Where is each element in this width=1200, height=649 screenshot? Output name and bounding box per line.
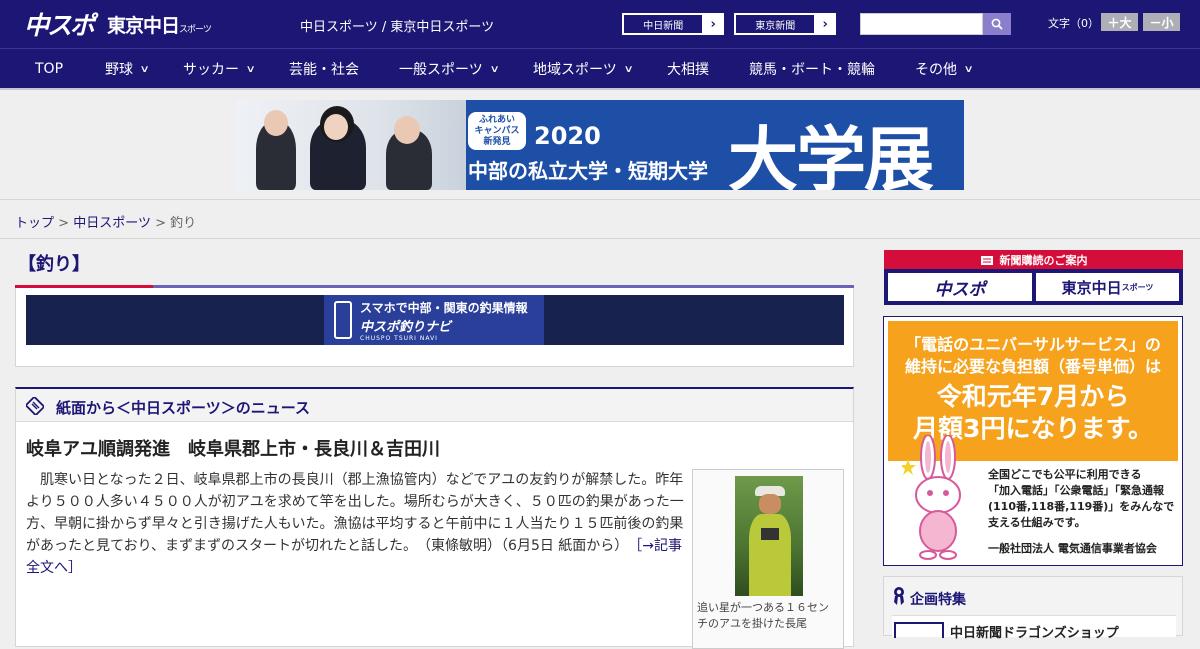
newspaper-icon bbox=[26, 397, 44, 415]
special-features-title: 企画特集 bbox=[910, 592, 966, 608]
breadcrumb-top[interactable]: トップ bbox=[15, 216, 54, 231]
nav-item-label: サッカー bbox=[183, 62, 239, 78]
ad-body-4: 支える仕組みです。 bbox=[988, 516, 1086, 529]
tsuri-navi-inner: スマホで中部・関東の釣果情報 中スポ釣りナビ CHUSPO TSURI NAVI bbox=[324, 295, 544, 345]
article-photo[interactable] bbox=[735, 476, 803, 596]
news-section-header: 紙面から＜中日スポーツ＞のニュース bbox=[16, 389, 853, 422]
ad-line-1: 「電話のユニバーサルサービス」の bbox=[905, 335, 1161, 354]
university-fair-banner[interactable]: ふれあい キャンパス 新発見 2020 中部の私立大学・短期大学 大学展 bbox=[236, 100, 964, 190]
breadcrumb-separator: > bbox=[155, 216, 166, 231]
chevron-right-icon: › bbox=[822, 16, 828, 32]
nav-item-local-sports[interactable]: 地域スポーツ ∨ bbox=[533, 49, 634, 89]
nav-item-label: 大相撲 bbox=[667, 62, 709, 78]
nav-item-soccer[interactable]: サッカー ∨ bbox=[183, 49, 256, 89]
tsuri-navi-box: スマホで中部・関東の釣果情報 中スポ釣りナビ CHUSPO TSURI NAVI bbox=[15, 288, 854, 367]
chunichi-shimbun-link[interactable]: 中日新聞 › bbox=[622, 13, 724, 35]
nav-item-label: TOP bbox=[35, 61, 64, 77]
students-photo bbox=[236, 100, 466, 190]
special-features-box: 企画特集 中日新聞ドラゴンズショップ bbox=[883, 576, 1183, 641]
font-larger-button[interactable]: ＋大 bbox=[1101, 13, 1138, 31]
smartphone-icon bbox=[334, 301, 352, 339]
breadcrumb-current: 釣り bbox=[170, 216, 197, 231]
search-icon bbox=[991, 18, 1003, 30]
nav-item-general-sports[interactable]: 一般スポーツ ∨ bbox=[399, 49, 500, 89]
tsuri-navi-banner[interactable]: スマホで中部・関東の釣果情報 中スポ釣りナビ CHUSPO TSURI NAVI bbox=[26, 295, 844, 345]
chevron-right-icon: › bbox=[710, 16, 716, 32]
font-size-label: 文字（0） bbox=[1048, 17, 1099, 30]
top-header: 中スポ 東京中日スポーツ 中日スポーツ / 東京中日スポーツ 中日新聞 › 東京… bbox=[0, 0, 1200, 48]
nav-item-label: 芸能・社会 bbox=[289, 62, 359, 78]
article-body: 肌寒い日となった２日、岐阜県郡上市の長良川（郡上漁協管内）などでアユの友釣りが解… bbox=[26, 469, 686, 579]
chevron-down-icon: ∨ bbox=[489, 63, 500, 75]
banner-badge: ふれあい キャンパス 新発見 bbox=[468, 112, 526, 150]
site-name: 中日スポーツ / 東京中日スポーツ bbox=[300, 20, 495, 35]
special-item-thumbnail bbox=[894, 622, 944, 638]
article-headline[interactable]: 岐阜アユ順調発進 岐阜県郡上市・長良川＆吉田川 bbox=[26, 435, 440, 461]
nav-item-racing[interactable]: 競馬・ボート・競輪 bbox=[749, 49, 875, 89]
logo-tokyo-chunichi: 東京中日スポーツ bbox=[107, 14, 212, 37]
photo-caption: 追い星が一つある１６センチのアユを掛けた長尾 bbox=[697, 601, 829, 630]
main-nav: TOP 野球 ∨ サッカー ∨ 芸能・社会 一般スポーツ ∨ 地域スポーツ ∨ … bbox=[0, 48, 1200, 90]
banner-year: 2020 bbox=[534, 122, 601, 150]
breadcrumb-chunichi-sports[interactable]: 中日スポーツ bbox=[73, 216, 151, 231]
site-logo[interactable]: 中スポ 東京中日スポーツ bbox=[24, 8, 212, 40]
special-item[interactable]: 中日新聞ドラゴンズショップ bbox=[892, 615, 1176, 641]
breadcrumb-separator: > bbox=[58, 216, 70, 231]
font-smaller-button[interactable]: －小 bbox=[1143, 13, 1180, 31]
nav-item-label: 地域スポーツ bbox=[533, 62, 617, 78]
ad-sponsor: 一般社団法人 電気通信事業者協会 bbox=[988, 542, 1157, 555]
page-title: 【釣り】 bbox=[18, 254, 90, 275]
bunny-mascot-icon bbox=[902, 435, 961, 560]
news-section-title: 紙面から＜中日スポーツ＞のニュース bbox=[56, 399, 310, 417]
banner-subtitle: 中部の私立大学・短期大学 bbox=[468, 159, 708, 183]
subscription-box[interactable]: 新聞購読のご案内 中スポ 東京中日 スポーツ bbox=[884, 250, 1183, 305]
newspaper-icon bbox=[980, 255, 993, 265]
breadcrumb: トップ > 中日スポーツ > 釣り bbox=[15, 212, 196, 231]
nav-item-label: 競馬・ボート・競輪 bbox=[749, 62, 875, 78]
universal-service-ad[interactable]: 「電話のユニバーサルサービス」の 維持に必要な負担額（番号単価）は 令和元年7月… bbox=[883, 316, 1183, 566]
tokyo-shimbun-link[interactable]: 東京新聞 › bbox=[734, 13, 836, 35]
chuspo-subscribe-logo[interactable]: 中スポ bbox=[888, 273, 1032, 301]
chevron-down-icon: ∨ bbox=[623, 63, 634, 75]
ad-body-3: (110番,118番,119番)」をみんなで bbox=[988, 500, 1175, 513]
nav-item-sumo[interactable]: 大相撲 bbox=[667, 49, 709, 89]
tokyo-chunichi-subscribe-logo[interactable]: 東京中日 スポーツ bbox=[1036, 273, 1179, 301]
nav-item-label: その他 bbox=[915, 62, 957, 78]
breadcrumb-bar: トップ > 中日スポーツ > 釣り bbox=[0, 199, 1200, 239]
tokyo-shimbun-label: 東京新聞 bbox=[735, 14, 816, 34]
subscription-header: 新聞購読のご案内 bbox=[884, 250, 1183, 269]
nav-item-label: 野球 bbox=[105, 62, 133, 78]
ribbon-icon bbox=[894, 587, 904, 605]
nav-item-top[interactable]: TOP bbox=[35, 49, 63, 89]
nav-item-entertainment[interactable]: 芸能・社会 bbox=[289, 49, 359, 89]
nav-item-other[interactable]: その他 ∨ bbox=[915, 49, 974, 89]
nav-item-label: 一般スポーツ bbox=[399, 62, 483, 78]
chevron-down-icon: ∨ bbox=[139, 63, 150, 75]
search-button[interactable] bbox=[983, 13, 1011, 35]
tsuri-navi-text: スマホで中部・関東の釣果情報 中スポ釣りナビ CHUSPO TSURI NAVI bbox=[360, 300, 528, 342]
article-byline: （東條敏明）（6月5日 紙面から） bbox=[424, 538, 622, 554]
ad-body-1: 全国どこでも公平に利用できる bbox=[988, 468, 1142, 481]
chunichi-shimbun-label: 中日新聞 bbox=[623, 14, 704, 34]
article-photo-box: 追い星が一つある１６センチのアユを掛けた長尾 bbox=[692, 469, 844, 649]
banner-headline: 大学展 bbox=[728, 119, 934, 190]
logo-chuspo: 中スポ bbox=[24, 11, 95, 40]
ad-line-3: 令和元年7月から bbox=[936, 382, 1130, 411]
chevron-down-icon: ∨ bbox=[963, 63, 974, 75]
special-item-label: 中日新聞ドラゴンズショップ bbox=[950, 626, 1119, 641]
news-section: 紙面から＜中日スポーツ＞のニュース 岐阜アユ順調発進 岐阜県郡上市・長良川＆吉田… bbox=[15, 387, 854, 649]
chevron-down-icon: ∨ bbox=[245, 63, 256, 75]
ad-line-2: 維持に必要な負担額（番号単価）は bbox=[904, 357, 1161, 376]
nav-item-baseball[interactable]: 野球 ∨ bbox=[105, 49, 150, 89]
search-input[interactable] bbox=[860, 13, 983, 35]
ad-body-2: 「加入電話」「公衆電話」「緊急通報 bbox=[988, 484, 1164, 497]
